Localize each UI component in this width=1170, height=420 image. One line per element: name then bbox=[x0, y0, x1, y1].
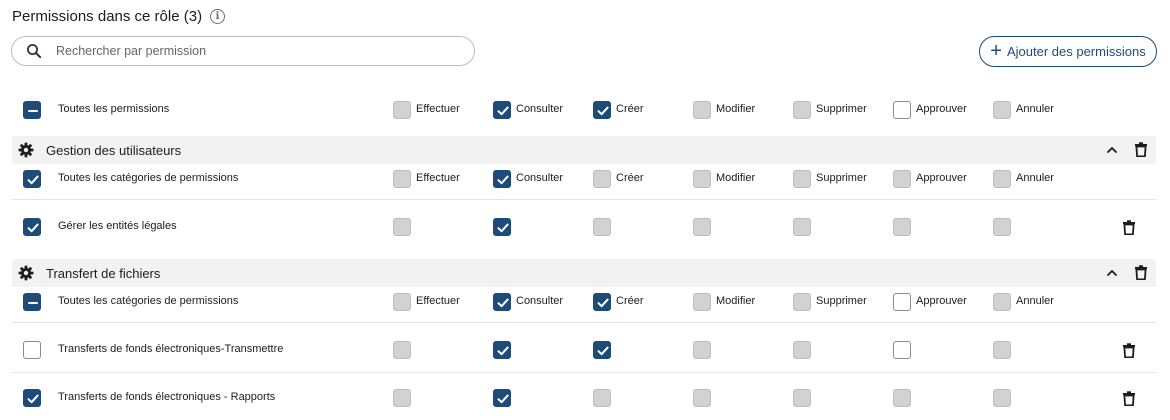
permission-checkbox-approuver[interactable] bbox=[893, 101, 911, 119]
column-label-approuver: Approuver bbox=[916, 295, 967, 307]
permission-checkbox-créer[interactable] bbox=[593, 341, 611, 359]
row-divider bbox=[12, 322, 1156, 323]
page-title: Permissions dans ce rôle (3) bbox=[12, 7, 203, 25]
row-label: Transferts de fonds électroniques-Transm… bbox=[58, 343, 284, 355]
info-circle-icon[interactable]: i bbox=[210, 8, 226, 24]
column-label-supprimer: Supprimer bbox=[816, 103, 867, 115]
add-permissions-label: Ajouter des permissions bbox=[1006, 44, 1146, 59]
row-checkbox[interactable] bbox=[23, 101, 41, 119]
column-label-approuver: Approuver bbox=[916, 172, 967, 184]
plus-icon: + bbox=[990, 39, 1002, 62]
row-label: Toutes les permissions bbox=[58, 103, 170, 115]
permission-checkbox-annuler[interactable] bbox=[993, 101, 1011, 119]
permission-checkbox-approuver[interactable] bbox=[893, 170, 911, 188]
permission-checkbox-effectuer[interactable] bbox=[393, 293, 411, 311]
title-row: Permissions dans ce rôle (3) i bbox=[12, 6, 226, 26]
permission-checkbox-modifier[interactable] bbox=[693, 293, 711, 311]
permission-checkbox-consulter[interactable] bbox=[493, 293, 511, 311]
search-input[interactable] bbox=[56, 44, 436, 58]
permission-checkbox-approuver[interactable] bbox=[893, 341, 911, 359]
column-label-modifier: Modifier bbox=[716, 103, 756, 115]
permission-checkbox-effectuer[interactable] bbox=[393, 389, 411, 407]
column-label-effectuer: Effectuer bbox=[416, 295, 460, 307]
row-label: Gérer les entités légales bbox=[58, 220, 177, 232]
column-label-annuler: Annuler bbox=[1016, 295, 1054, 307]
row-checkbox[interactable] bbox=[23, 341, 41, 359]
row-label: Toutes les catégories de permissions bbox=[58, 172, 239, 184]
permission-checkbox-effectuer[interactable] bbox=[393, 341, 411, 359]
column-label-créer: Créer bbox=[616, 103, 644, 115]
permission-checkbox-consulter[interactable] bbox=[493, 170, 511, 188]
permission-checkbox-supprimer[interactable] bbox=[793, 101, 811, 119]
permission-checkbox-créer[interactable] bbox=[593, 293, 611, 311]
column-label-effectuer: Effectuer bbox=[416, 172, 460, 184]
row-divider bbox=[12, 372, 1156, 373]
permission-checkbox-créer[interactable] bbox=[593, 389, 611, 407]
search-box[interactable] bbox=[11, 36, 475, 66]
search-icon bbox=[27, 44, 42, 59]
row-checkbox[interactable] bbox=[23, 218, 41, 236]
add-permissions-button[interactable]: + Ajouter des permissions bbox=[979, 36, 1157, 67]
column-label-consulter: Consulter bbox=[516, 295, 564, 307]
column-label-modifier: Modifier bbox=[716, 295, 756, 307]
column-label-annuler: Annuler bbox=[1016, 172, 1054, 184]
column-label-créer: Créer bbox=[616, 295, 644, 307]
permission-checkbox-supprimer[interactable] bbox=[793, 218, 811, 236]
column-label-consulter: Consulter bbox=[516, 172, 564, 184]
row-label: Toutes les catégories de permissions bbox=[58, 295, 239, 307]
permission-checkbox-annuler[interactable] bbox=[993, 341, 1011, 359]
column-label-modifier: Modifier bbox=[716, 172, 756, 184]
delete-row-trash-icon[interactable] bbox=[1122, 391, 1136, 411]
row-label: Transferts de fonds électroniques - Rapp… bbox=[58, 391, 276, 403]
permission-checkbox-modifier[interactable] bbox=[693, 170, 711, 188]
permission-checkbox-supprimer[interactable] bbox=[793, 170, 811, 188]
section-title: Transfert de fichiers bbox=[46, 266, 161, 281]
row-checkbox[interactable] bbox=[23, 293, 41, 311]
permission-checkbox-supprimer[interactable] bbox=[793, 389, 811, 407]
delete-section-trash-icon[interactable] bbox=[1134, 265, 1148, 285]
permission-checkbox-approuver[interactable] bbox=[893, 218, 911, 236]
permission-checkbox-effectuer[interactable] bbox=[393, 218, 411, 236]
column-label-consulter: Consulter bbox=[516, 103, 564, 115]
column-label-supprimer: Supprimer bbox=[816, 295, 867, 307]
permission-checkbox-modifier[interactable] bbox=[693, 341, 711, 359]
permission-checkbox-annuler[interactable] bbox=[993, 293, 1011, 311]
permission-checkbox-consulter[interactable] bbox=[493, 101, 511, 119]
permission-checkbox-consulter[interactable] bbox=[493, 389, 511, 407]
delete-section-trash-icon[interactable] bbox=[1134, 142, 1148, 162]
section-title: Gestion des utilisateurs bbox=[46, 143, 182, 158]
column-label-annuler: Annuler bbox=[1016, 103, 1054, 115]
column-label-supprimer: Supprimer bbox=[816, 172, 867, 184]
permission-checkbox-créer[interactable] bbox=[593, 101, 611, 119]
permission-checkbox-effectuer[interactable] bbox=[393, 170, 411, 188]
column-label-approuver: Approuver bbox=[916, 103, 967, 115]
permission-checkbox-effectuer[interactable] bbox=[393, 101, 411, 119]
permission-checkbox-modifier[interactable] bbox=[693, 101, 711, 119]
permission-checkbox-approuver[interactable] bbox=[893, 389, 911, 407]
row-divider bbox=[12, 199, 1156, 200]
permission-checkbox-annuler[interactable] bbox=[993, 218, 1011, 236]
permission-checkbox-créer[interactable] bbox=[593, 218, 611, 236]
permission-checkbox-consulter[interactable] bbox=[493, 218, 511, 236]
permission-checkbox-consulter[interactable] bbox=[493, 341, 511, 359]
section-header: Transfert de fichiers bbox=[12, 259, 1156, 287]
section-header: Gestion des utilisateurs bbox=[12, 136, 1156, 164]
permission-checkbox-créer[interactable] bbox=[593, 170, 611, 188]
permission-checkbox-annuler[interactable] bbox=[993, 170, 1011, 188]
permission-checkbox-supprimer[interactable] bbox=[793, 293, 811, 311]
permission-checkbox-modifier[interactable] bbox=[693, 218, 711, 236]
delete-row-trash-icon[interactable] bbox=[1122, 343, 1136, 363]
permission-checkbox-approuver[interactable] bbox=[893, 293, 911, 311]
row-checkbox[interactable] bbox=[23, 170, 41, 188]
permission-checkbox-modifier[interactable] bbox=[693, 389, 711, 407]
delete-row-trash-icon[interactable] bbox=[1122, 220, 1136, 240]
row-checkbox[interactable] bbox=[23, 389, 41, 407]
column-label-créer: Créer bbox=[616, 172, 644, 184]
permission-checkbox-annuler[interactable] bbox=[993, 389, 1011, 407]
column-label-effectuer: Effectuer bbox=[416, 103, 460, 115]
permission-checkbox-supprimer[interactable] bbox=[793, 341, 811, 359]
